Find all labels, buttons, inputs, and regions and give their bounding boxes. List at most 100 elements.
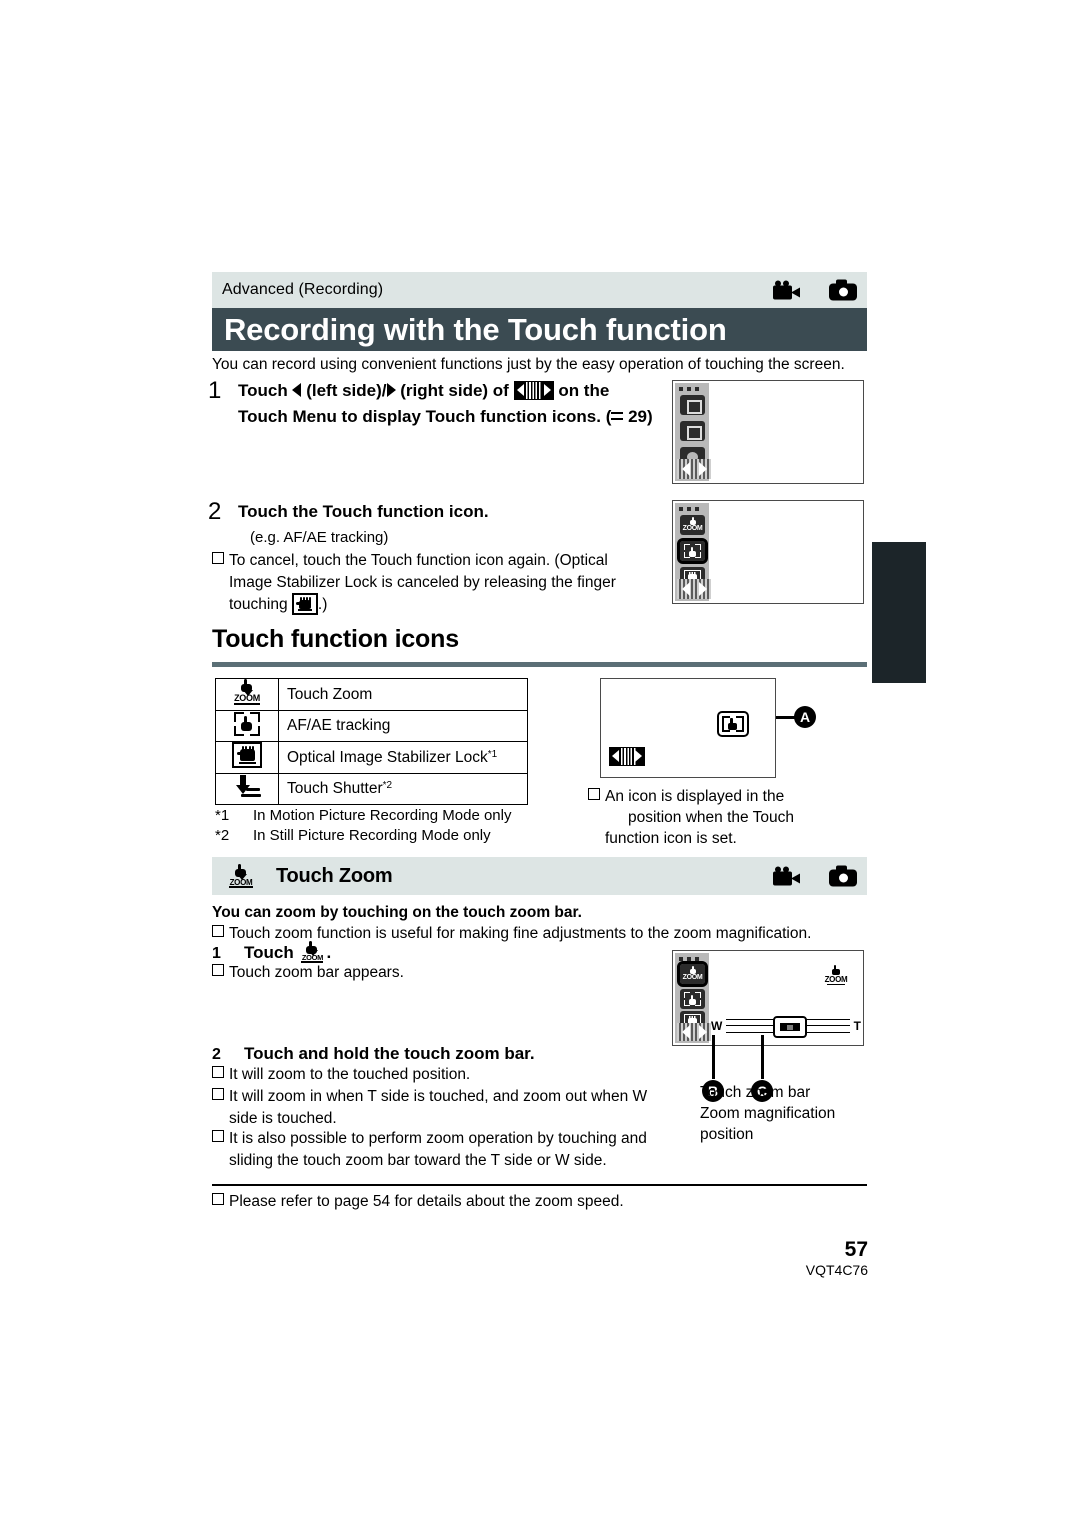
zoom-hud-icon: ZOOM — [823, 965, 849, 987]
callout-c-leader — [761, 1035, 764, 1079]
zoom-magnification-knob[interactable] — [773, 1016, 807, 1038]
touch-menu-column-3: ZOOM — [675, 953, 711, 1043]
mode-icon-group — [773, 279, 857, 301]
caption-b-line3: position — [700, 1126, 754, 1143]
caption-a-line2: position when the Touch — [628, 809, 795, 826]
touch-zoom-icon-mini: ZOOM — [680, 515, 705, 535]
cancel-note-line3: touching .) — [212, 593, 662, 616]
table-row: AF/AE tracking — [215, 710, 528, 742]
row-note-3: *2 — [382, 780, 393, 791]
touch-zoom-label: Touch Zoom — [278, 678, 528, 711]
bullet-square-icon — [212, 552, 224, 564]
menu-button-2 — [680, 421, 705, 441]
caption-a-line3: function icon is set. — [605, 830, 737, 847]
touch-zoom-step-1-number: 1 — [212, 945, 221, 962]
callout-a: A — [794, 706, 816, 728]
zoom-bar-t-label: T — [853, 1019, 861, 1033]
still-camera-icon — [829, 865, 857, 887]
step-1-text-b: (left side)/ — [306, 381, 387, 400]
breadcrumb-strip: Advanced (Recording) — [212, 272, 867, 308]
touch-zoom-icon-inline: ZOOM — [298, 941, 326, 963]
touch-shutter-icon-cell — [215, 773, 279, 805]
video-camera-icon — [773, 280, 801, 300]
touch-zoom-illustration-caption: Touch zoom bar Zoom magnification positi… — [700, 1082, 900, 1145]
bullet-square-icon — [212, 1088, 224, 1100]
table-row: Optical Image Stabilizer Lock*1 — [215, 741, 528, 774]
still-camera-icon — [829, 279, 857, 301]
document-code: VQT4C76 — [805, 1262, 868, 1278]
bullet-square-icon — [212, 925, 224, 937]
touch-menu-column-2: ZOOM — [675, 503, 711, 601]
af-ae-tracking-icon-cell — [215, 710, 279, 742]
menu-scroll-arrows — [677, 459, 711, 479]
bullet-square-icon — [212, 964, 224, 976]
step-1-text-e: ) — [647, 407, 653, 426]
video-camera-icon — [773, 866, 801, 886]
footnote-2-text: In Still Picture Recording Mode only — [253, 827, 491, 844]
footnote-2-key: *2 — [215, 827, 230, 844]
menu-button-touch-zoom-selected: ZOOM — [677, 961, 708, 987]
step-2-example: (e.g. AF/AE tracking) — [250, 529, 389, 546]
section-heading: Touch function icons — [212, 625, 459, 653]
touch-menu-column — [675, 383, 711, 481]
af-ae-tracking-icon-on-screen — [717, 711, 749, 737]
illustration-a-caption: An icon is displayed in the position whe… — [588, 786, 868, 849]
touch-menu-nav-icon — [513, 381, 554, 400]
touch-zoom-note-1: It will zoom to the touched position. — [212, 1064, 662, 1086]
note-3-line1: It is also possible to perform zoom oper… — [229, 1130, 647, 1147]
useful-note-text: Touch zoom function is useful for making… — [229, 925, 812, 942]
menu-button-1 — [680, 395, 705, 415]
bullet-square-icon — [588, 788, 600, 800]
note-1-line1: It will zoom to the touched position. — [229, 1066, 471, 1083]
step-1-note-text: Touch zoom bar appears. — [229, 964, 404, 981]
right-triangle-icon — [386, 383, 396, 397]
menu-dots-icon-2 — [679, 506, 705, 511]
footnote-1-text: In Motion Picture Recording Mode only — [253, 807, 512, 824]
step-1-text: Touch (left side)/ (right side) of on th… — [238, 378, 658, 430]
note-3-line2: sliding the touch zoom bar toward the T … — [229, 1151, 607, 1169]
lcd-illustration-function-icons: ZOOM — [672, 500, 864, 604]
menu-button-af-ae-tracking-2 — [680, 989, 705, 1009]
af-ae-tracking-icon-mini — [680, 541, 705, 561]
caption-b-line2: Zoom magnification — [700, 1105, 836, 1122]
ois-lock-icon-cell — [215, 741, 279, 774]
touch-function-icon-table: ZOOM Touch Zoom AF/AE tracking Optical I… — [215, 678, 528, 805]
callout-a-leader — [776, 716, 796, 719]
manual-page: Advanced (Recording) Recording with the … — [0, 0, 1080, 1526]
row-note-2: *1 — [487, 748, 498, 760]
touch-zoom-icon-mini: ZOOM — [680, 964, 705, 984]
row-label-0: Touch Zoom — [287, 685, 373, 703]
breadcrumb: Advanced (Recording) — [222, 281, 384, 298]
touch-shutter-icon — [232, 774, 262, 799]
touch-zoom-step-2-number: 2 — [212, 1046, 221, 1063]
note-2-line1: It will zoom in when T side is touched, … — [229, 1088, 648, 1105]
zoom-bar-w-label: W — [711, 1019, 723, 1033]
footnote-2: *2 In Still Picture Recording Mode only — [215, 826, 511, 846]
af-ae-tracking-icon — [234, 711, 260, 736]
af-ae-tracking-icon-mini — [680, 989, 705, 1009]
menu-scroll-arrows-3 — [677, 1023, 711, 1041]
mode-icon-group-2 — [773, 865, 857, 887]
section-heading-wrap: Touch function icons — [212, 624, 867, 654]
page-title-bar: Recording with the Touch function — [212, 308, 867, 351]
step-1-verb: Touch — [244, 943, 294, 962]
touch-zoom-icon: ZOOM — [226, 864, 256, 888]
menu-dots-icon — [679, 386, 705, 391]
caption-a-line1: An icon is displayed in the — [605, 788, 785, 805]
ois-lock-icon-inline — [291, 593, 318, 615]
step-1: 1 Touch (left side)/ (right side) of on … — [208, 378, 658, 430]
page-title: Recording with the Touch function — [224, 312, 727, 347]
bullet-square-icon — [212, 1066, 224, 1078]
table-row: ZOOM Touch Zoom — [215, 678, 528, 711]
touch-shutter-label: Touch Shutter*2 — [278, 773, 528, 805]
callout-b-leader — [712, 1035, 715, 1079]
page-ref-icon — [611, 410, 624, 422]
table-row: Touch Shutter*2 — [215, 773, 528, 805]
cancel-note-line3-post: .) — [317, 596, 328, 613]
menu-dots-icon-3 — [679, 956, 705, 961]
touch-zoom-icon: ZOOM — [230, 679, 264, 705]
menu-button-touch-zoom: ZOOM — [680, 515, 705, 535]
cancel-note-line1: To cancel, touch the Touch function icon… — [229, 552, 608, 569]
step-1-number: 1 — [208, 377, 222, 404]
bullet-square-icon — [212, 1130, 224, 1142]
